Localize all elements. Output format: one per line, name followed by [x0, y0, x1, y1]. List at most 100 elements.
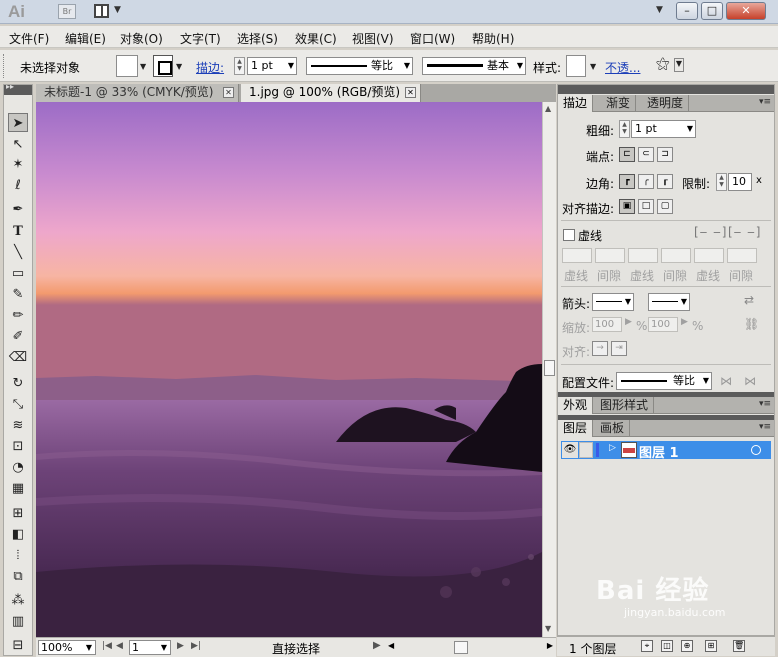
maximize-button[interactable]: □ [701, 2, 723, 20]
menu-select[interactable]: 选择(S) [237, 30, 278, 47]
align-inside-icon[interactable]: □ [638, 199, 654, 214]
gap-1-input[interactable] [595, 248, 625, 263]
mesh-tool-icon[interactable]: ⊞ [8, 504, 28, 523]
vertical-scrollbar[interactable]: ▲ ▼ [542, 102, 556, 637]
artboard-tool-icon[interactable]: ⊟ [8, 636, 28, 655]
arrow-place-icon[interactable]: ⇥ [611, 341, 627, 356]
close-tab-icon[interactable]: ✕ [223, 87, 234, 98]
scroll-up-icon[interactable]: ▲ [545, 104, 551, 113]
graphic-style-swatch[interactable] [566, 55, 586, 77]
gradient-tool-icon[interactable]: ◧ [8, 525, 28, 544]
menu-file[interactable]: 文件(F) [9, 30, 49, 47]
new-layer-icon[interactable]: ⊞ [705, 640, 717, 652]
eye-icon[interactable]: 👁 [562, 442, 578, 458]
round-join-icon[interactable]: ╭ [638, 174, 654, 189]
gap-2-input[interactable] [661, 248, 691, 263]
workspace-dropdown-icon[interactable]: ▼ [656, 5, 663, 15]
type-tool-icon[interactable]: T [8, 222, 28, 241]
close-button[interactable]: ✕ [726, 2, 766, 20]
arrow-extend-icon[interactable]: → [592, 341, 608, 356]
pen-tool-icon[interactable]: ✒ [8, 200, 28, 219]
fill-swatch[interactable] [116, 55, 138, 77]
gap-3-input[interactable] [727, 248, 757, 263]
tab-artboards[interactable]: 画板 [595, 420, 631, 437]
stroke-dropdown-icon[interactable]: ▼ [176, 62, 182, 71]
menu-object[interactable]: 对象(O) [120, 30, 163, 47]
start-scale-dropdown-icon[interactable]: ▶ [625, 317, 632, 327]
align-center-icon[interactable]: ▣ [619, 199, 635, 214]
weight-spinner[interactable]: ▲ ▼ [619, 120, 630, 138]
menu-window[interactable]: 窗口(W) [410, 30, 455, 47]
locate-object-icon[interactable]: ⌖ [641, 640, 653, 652]
recolor-wand-icon[interactable]: ⚝ [656, 56, 670, 72]
style-dropdown-icon[interactable]: ▼ [590, 62, 596, 71]
arrange-documents-button[interactable]: ▼ [92, 3, 126, 20]
panel-menu-icon[interactable]: ▾≡ [759, 399, 771, 409]
menu-view[interactable]: 视图(V) [352, 30, 394, 47]
scroll-down-icon[interactable]: ▼ [545, 624, 551, 633]
butt-cap-icon[interactable]: ⊏ [619, 147, 635, 162]
blend-tool-icon[interactable]: ⧉ [8, 567, 28, 586]
last-artboard-icon[interactable]: ▶| [191, 641, 201, 651]
dash-3-input[interactable] [694, 248, 724, 263]
blob-brush-tool-icon[interactable]: ✐ [8, 327, 28, 346]
scroll-right-icon[interactable]: ▶ [547, 641, 553, 650]
selection-tool-icon[interactable]: ➤ [8, 113, 28, 132]
dash-preserve-icon[interactable]: [‒ ‒] [694, 225, 727, 239]
magic-wand-tool-icon[interactable]: ✶ [8, 155, 28, 174]
dock-header[interactable] [558, 85, 774, 94]
bevel-join-icon[interactable]: ┎ [657, 174, 673, 189]
warp-tool-icon[interactable]: ≋ [8, 416, 28, 435]
align-outside-icon[interactable]: ▢ [657, 199, 673, 214]
end-scale-input[interactable]: 100 [648, 317, 678, 332]
canvas-artwork[interactable] [36, 102, 542, 637]
direct-selection-tool-icon[interactable]: ↖ [8, 135, 28, 154]
lasso-tool-icon[interactable]: ℓ [8, 176, 28, 195]
column-graph-tool-icon[interactable]: ▥ [8, 612, 28, 631]
perspective-grid-tool-icon[interactable]: ▦ [8, 479, 28, 498]
tab-stroke[interactable]: 描边 [558, 95, 594, 112]
limit-spinner[interactable]: ▲ ▼ [716, 173, 727, 191]
tools-panel-header[interactable] [4, 82, 32, 95]
tab-1-jpg[interactable]: 1.jpg @ 100% (RGB/预览) ✕ [241, 84, 421, 102]
shape-builder-tool-icon[interactable]: ◔ [8, 458, 28, 477]
vertical-scroll-thumb[interactable] [544, 360, 555, 376]
tab-layers[interactable]: 图层 [558, 420, 594, 437]
eyedropper-tool-icon[interactable]: ⦙ [8, 546, 28, 565]
layer-target-icon[interactable] [751, 445, 761, 455]
new-sublayer-icon[interactable]: ⊕ [681, 640, 693, 652]
tab-appearance[interactable]: 外观 [558, 397, 594, 414]
round-cap-icon[interactable]: ⊂ [638, 147, 654, 162]
stroke-weight-spinner[interactable]: ▲ ▼ [234, 57, 245, 75]
control-bar-grip[interactable] [3, 54, 8, 78]
limit-input[interactable]: 10 [728, 173, 752, 191]
stroke-weight-select[interactable]: 1 pt ▼ [247, 57, 297, 75]
menu-edit[interactable]: 编辑(E) [65, 30, 106, 47]
horizontal-scroll-thumb[interactable] [454, 641, 468, 654]
clipping-mask-icon[interactable]: ◫ [661, 640, 673, 652]
zoom-select[interactable]: 100% ▼ [38, 640, 96, 655]
paintbrush-tool-icon[interactable]: ✎ [8, 285, 28, 304]
flip-along-icon[interactable]: ⋈ [744, 374, 756, 388]
horizontal-scrollbar[interactable]: ◀ ▶ [388, 641, 553, 655]
dash-align-icon[interactable]: [‒ ‒] [728, 225, 761, 239]
dash-2-input[interactable] [628, 248, 658, 263]
expand-triangle-icon[interactable]: ▷ [609, 443, 616, 453]
start-scale-input[interactable]: 100 [592, 317, 622, 332]
projecting-cap-icon[interactable]: ⊐ [657, 147, 673, 162]
layer-name[interactable]: 图层 1 [639, 442, 679, 461]
panel-menu-icon[interactable]: ▾≡ [759, 97, 771, 107]
layer-row[interactable]: 👁 ▷ 图层 1 [561, 441, 771, 461]
menu-type[interactable]: 文字(T) [180, 30, 221, 47]
fill-dropdown-icon[interactable]: ▼ [140, 62, 146, 71]
artboard-number-select[interactable]: 1 ▼ [129, 640, 171, 655]
pencil-tool-icon[interactable]: ✏ [8, 306, 28, 325]
start-arrowhead-select[interactable]: ▼ [592, 293, 634, 311]
menu-help[interactable]: 帮助(H) [472, 30, 514, 47]
scroll-left-icon[interactable]: ◀ [388, 641, 394, 650]
previous-artboard-icon[interactable]: ◀ [116, 641, 123, 651]
miter-join-icon[interactable]: ┏ [619, 174, 635, 189]
swap-arrowheads-icon[interactable]: ⇄ [744, 293, 754, 307]
bridge-button[interactable]: Br [58, 4, 76, 19]
variable-width-select[interactable]: 等比 ▼ [306, 57, 413, 75]
